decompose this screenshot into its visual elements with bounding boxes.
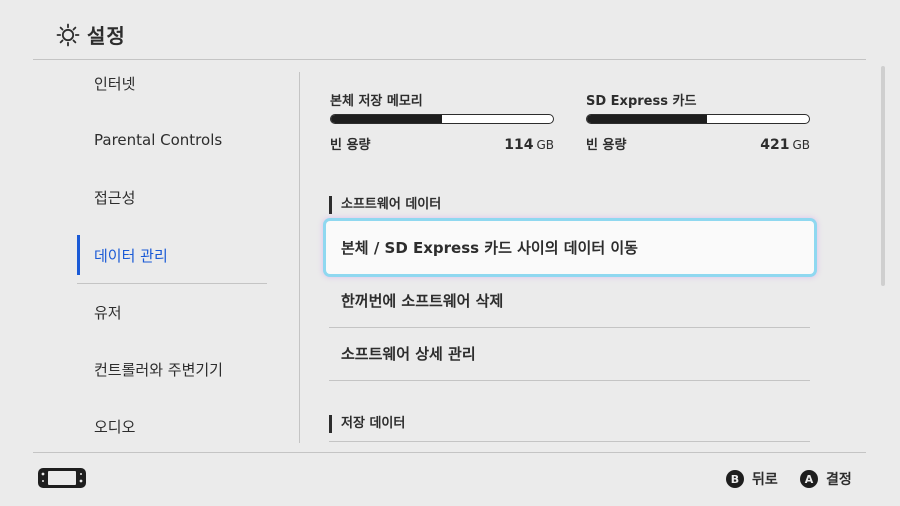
- sd-storage-bar: [586, 114, 810, 124]
- internal-storage-panel: 본체 저장 메모리 빈 용량 114 GB: [330, 90, 554, 153]
- sidebar-item-internet[interactable]: 인터넷: [77, 63, 267, 103]
- pane-divider: [299, 72, 300, 443]
- sd-storage-used-fill: [587, 115, 707, 123]
- sidebar-item-controllers[interactable]: 컨트롤러와 주변기기: [77, 349, 267, 389]
- header: 설정: [0, 0, 900, 60]
- scrollbar[interactable]: [881, 66, 885, 286]
- sidebar-item-accessibility[interactable]: 접근성: [77, 177, 267, 217]
- a-button-icon: A: [800, 470, 818, 488]
- confirm-hint[interactable]: A 결정: [800, 469, 852, 489]
- sidebar-item-users[interactable]: 유저: [77, 292, 267, 332]
- sidebar-divider: [77, 283, 267, 284]
- list-divider: [329, 380, 810, 381]
- back-label: 뒤로: [752, 472, 778, 488]
- move-data-button[interactable]: 본체 / SD Express 카드 사이의 데이터 이동: [326, 221, 814, 274]
- sidebar-item-data-management[interactable]: 데이터 관리: [77, 235, 267, 275]
- internal-storage-bar: [330, 114, 554, 124]
- save-data-section-title: 저장 데이터: [329, 415, 405, 433]
- sd-free-label: 빈 용량: [586, 138, 627, 153]
- internal-free-label: 빈 용량: [330, 138, 371, 153]
- manage-software-button[interactable]: 소프트웨어 상세 관리: [329, 327, 810, 380]
- b-button-icon: B: [726, 470, 744, 488]
- footer-divider: [33, 452, 866, 453]
- batch-delete-software-button[interactable]: 한꺼번에 소프트웨어 삭제: [329, 274, 810, 327]
- page-title: 설정: [87, 24, 126, 48]
- internal-free-value: 114 GB: [504, 137, 554, 153]
- back-hint[interactable]: B 뒤로: [726, 469, 778, 489]
- header-divider: [33, 59, 866, 60]
- confirm-label: 결정: [826, 472, 852, 488]
- sd-storage-panel: SD Express 카드 빈 용량 421 GB: [586, 90, 810, 153]
- list-divider: [329, 441, 810, 442]
- internal-storage-used-fill: [331, 115, 442, 123]
- sd-storage-name: SD Express 카드: [586, 94, 697, 109]
- internal-storage-name: 본체 저장 메모리: [330, 94, 423, 109]
- software-section-title: 소프트웨어 데이터: [329, 196, 441, 214]
- sidebar-item-parental-controls[interactable]: Parental Controls: [77, 120, 267, 160]
- sun-icon: [56, 23, 80, 47]
- sidebar-item-audio[interactable]: 오디오: [77, 406, 267, 446]
- sd-free-value: 421 GB: [760, 137, 810, 153]
- switch-console-icon: [38, 468, 86, 488]
